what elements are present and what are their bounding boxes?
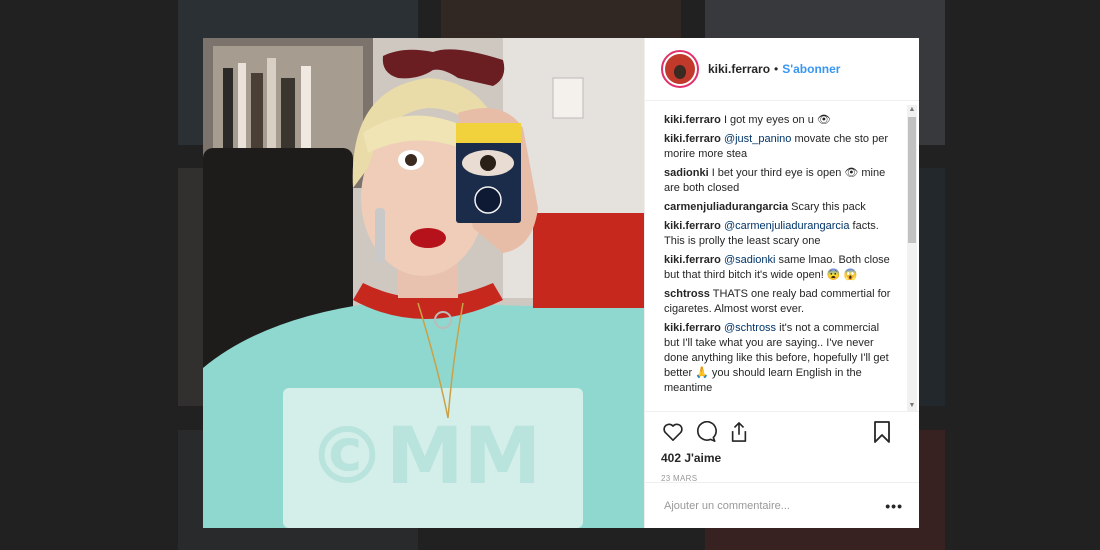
post-photo[interactable]: ©MM: [203, 38, 644, 528]
post-header: kiki.ferraro • S'abonner: [645, 38, 919, 101]
more-icon[interactable]: •••: [885, 498, 903, 514]
bookmark-icon[interactable]: [870, 420, 894, 444]
separator-dot: •: [774, 62, 779, 76]
comments-scrollbar[interactable]: ▲ ▼: [907, 105, 917, 411]
post-modal: ©MM kiki.ferraro • S'abonner kiki.ferrar…: [203, 38, 919, 528]
comment-item: kiki.ferraro @sadionki same lmao. Both c…: [664, 253, 894, 283]
likes-count[interactable]: 402 J'aime: [645, 451, 919, 465]
comment-mention[interactable]: @just_panino: [724, 133, 791, 145]
comment-item: kiki.ferraro @schtross it's not a commer…: [664, 321, 894, 396]
follow-button[interactable]: S'abonner: [782, 62, 840, 76]
comment-username[interactable]: kiki.ferraro: [664, 322, 721, 334]
comment-item: carmenjuliadurangarcia Scary this pack: [664, 200, 894, 215]
comment-username[interactable]: schtross: [664, 288, 710, 300]
scroll-up-arrow-icon[interactable]: ▲: [907, 105, 917, 115]
comment-username[interactable]: kiki.ferraro: [664, 220, 721, 232]
comment-username[interactable]: sadionki: [664, 167, 709, 179]
comment-mention[interactable]: @carmenjuliadurangarcia: [724, 220, 850, 232]
comment-icon[interactable]: [694, 420, 718, 444]
comment-input[interactable]: Ajouter un commentaire...: [664, 500, 885, 512]
comment-item: schtross THATS one realy bad commertial …: [664, 287, 894, 317]
add-comment-bar: Ajouter un commentaire... •••: [645, 482, 919, 528]
comment-username[interactable]: carmenjuliadurangarcia: [664, 201, 788, 213]
comment-username[interactable]: kiki.ferraro: [664, 114, 721, 126]
post-sidebar: kiki.ferraro • S'abonner kiki.ferraro I …: [644, 38, 919, 528]
post-image: ©MM: [203, 38, 644, 528]
comment-username[interactable]: kiki.ferraro: [664, 133, 721, 145]
scroll-thumb[interactable]: [908, 117, 916, 243]
heart-icon[interactable]: [661, 420, 685, 444]
scroll-down-arrow-icon[interactable]: ▼: [907, 401, 917, 411]
comment-mention[interactable]: @schtross: [724, 322, 776, 334]
author-username[interactable]: kiki.ferraro: [708, 62, 770, 76]
share-icon[interactable]: [727, 420, 751, 444]
comment-text: I got my eyes on u 👁: [723, 114, 831, 126]
comment-item: kiki.ferraro I got my eyes on u 👁: [664, 113, 894, 128]
comment-mention[interactable]: @sadionki: [724, 254, 776, 266]
comments-list[interactable]: kiki.ferraro I got my eyes on u 👁 kiki.f…: [645, 101, 919, 411]
action-bar: [645, 411, 919, 451]
comment-item: kiki.ferraro @carmenjuliadurangarcia fac…: [664, 219, 894, 249]
comment-item: sadionki I bet your third eye is open 👁 …: [664, 166, 894, 196]
comment-item: kiki.ferraro @just_panino movate che sto…: [664, 132, 894, 162]
avatar[interactable]: [661, 50, 699, 88]
comment-username[interactable]: kiki.ferraro: [664, 254, 721, 266]
svg-text:©MM: ©MM: [308, 412, 541, 502]
comment-text: Scary this pack: [791, 201, 866, 213]
